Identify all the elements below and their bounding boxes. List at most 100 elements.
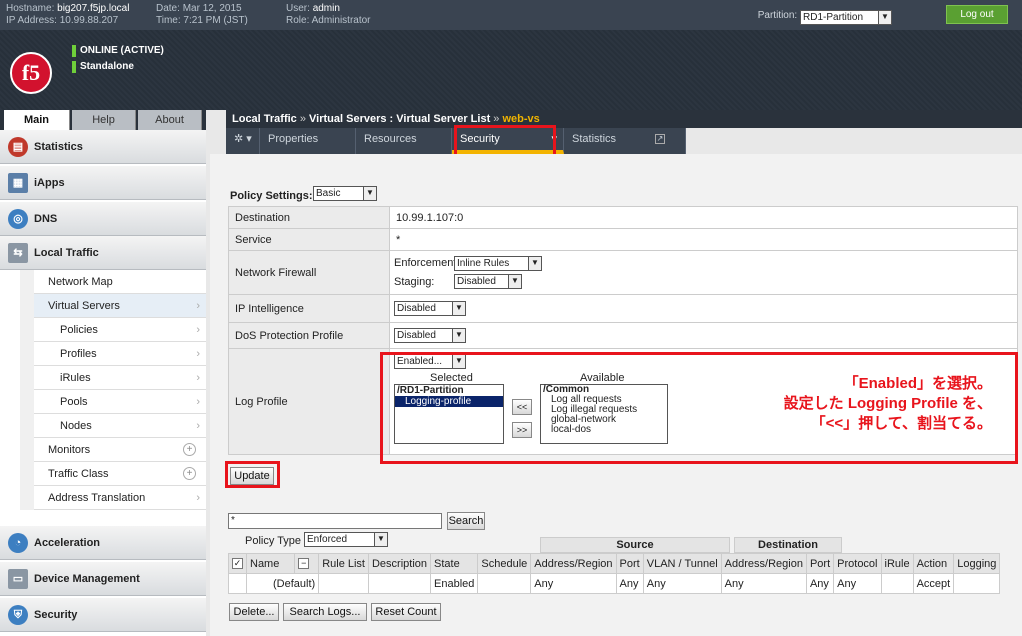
row-network-firewall: Network Firewall Enforcement: Inline Rul… — [228, 250, 1018, 295]
reset-count-button[interactable]: Reset Count — [371, 603, 441, 621]
tab-about[interactable]: About — [138, 110, 202, 130]
sidebar-item-policies[interactable]: Policies › — [34, 318, 206, 342]
checkbox-icon[interactable]: ✓ — [232, 558, 243, 570]
table-cell: Enabled — [430, 573, 479, 594]
sidebar-item-address-translation[interactable]: Address Translation › — [34, 486, 206, 510]
sidebar-item-profiles[interactable]: Profiles › — [34, 342, 206, 366]
breadcrumb-current: web-vs — [502, 113, 540, 125]
sidebar-item-label: Traffic Class — [48, 468, 109, 480]
partition-dropdown[interactable]: RD1-Partition ▼ — [800, 10, 892, 25]
annotation-line: 「<<」押して、割当てる。 — [810, 415, 992, 432]
column-action[interactable]: Action — [912, 553, 955, 574]
date-label: Date: — [156, 3, 180, 14]
sidebar-item-label: Security — [34, 609, 78, 621]
sidebar-item-local-traffic[interactable]: ⇆ Local Traffic — [0, 236, 206, 270]
sidebar-item-security[interactable]: ⛨ Security — [0, 598, 206, 632]
row-destination: Destination 10.99.1.107:0 — [228, 206, 1018, 229]
add-icon[interactable]: + — [183, 443, 196, 456]
group-header-source: Source — [540, 537, 730, 553]
sidebar-item-acceleration[interactable]: ◔ Acceleration — [0, 526, 206, 560]
destination-value: 10.99.1.107:0 — [389, 206, 1018, 229]
tab-statistics-label: Statistics — [572, 133, 617, 145]
column-protocol[interactable]: Protocol — [833, 553, 882, 574]
enforcement-select[interactable]: Inline Rules ▼ — [454, 256, 542, 271]
tab-help[interactable]: Help — [72, 110, 136, 130]
sidebar-item-label: Local Traffic — [34, 247, 99, 259]
table-cell — [880, 573, 914, 594]
sidebar-item-network-map[interactable]: Network Map — [34, 270, 206, 294]
sidebar-item-traffic-class[interactable]: Traffic Class + — [34, 462, 206, 486]
sidebar-item-label: Profiles — [60, 348, 97, 360]
staging-value: Disabled — [457, 276, 496, 287]
column-logging[interactable]: Logging — [953, 553, 1001, 574]
tab-properties[interactable]: Properties — [260, 128, 356, 154]
breadcrumb-virtual-server-list[interactable]: Virtual Servers : Virtual Server List — [309, 113, 490, 125]
column-irule[interactable]: iRule — [880, 553, 914, 574]
delete-button[interactable]: Delete... — [229, 603, 279, 621]
service-label: Service — [228, 228, 390, 251]
dos-protection-select[interactable]: Disabled ▼ — [394, 328, 466, 343]
tab-statistics[interactable]: Statistics ↗ — [564, 128, 686, 154]
f5-logo: f5 — [10, 52, 52, 94]
table-cell — [953, 573, 1001, 594]
sidebar-item-virtual-servers[interactable]: Virtual Servers › — [34, 294, 206, 318]
ip-intelligence-value: Disabled — [397, 303, 436, 314]
sidebar-item-label: Address Translation — [48, 492, 146, 504]
sidebar: ▤ Statistics ▦ iApps ◎ DNS ⇆ Local Traffic N… — [0, 130, 206, 636]
column-vlan-tunnel[interactable]: VLAN / Tunnel — [642, 553, 722, 574]
sidebar-item-pools[interactable]: Pools › — [34, 390, 206, 414]
staging-select[interactable]: Disabled ▼ — [454, 274, 522, 289]
table-row[interactable]: (Default) Enabled Any Any Any Any Any An… — [228, 573, 1001, 594]
tab-resources[interactable]: Resources — [356, 128, 452, 154]
policy-settings-value: Basic — [316, 188, 341, 199]
gear-menu[interactable]: ✲ ▾ — [226, 128, 260, 154]
hostname-label: Hostname: — [6, 3, 55, 14]
sidebar-item-irules[interactable]: iRules › — [34, 366, 206, 390]
enforcement-value: Inline Rules — [457, 258, 510, 269]
staging-label: Staging: — [394, 276, 435, 288]
dos-protection-label: DoS Protection Profile — [228, 322, 390, 349]
log-profile-label: Log Profile — [228, 348, 390, 455]
ip-intelligence-select[interactable]: Disabled ▼ — [394, 301, 466, 316]
chevron-down-icon: ▼ — [508, 275, 521, 288]
nav-tabs: Main Help About — [0, 110, 206, 130]
policy-settings-select[interactable]: Basic ▼ — [313, 186, 377, 201]
column-source-address[interactable]: Address/Region — [530, 553, 617, 574]
breadcrumb-local-traffic[interactable]: Local Traffic — [232, 113, 297, 125]
sidebar-item-device-management[interactable]: ▭ Device Management — [0, 562, 206, 596]
policy-type-select[interactable]: Enforced ▼ — [304, 532, 388, 547]
search-input[interactable]: * — [228, 513, 442, 529]
ip-label: IP Address: — [6, 15, 57, 26]
column-rule-list[interactable]: Rule List — [318, 553, 369, 574]
local-traffic-icon: ⇆ — [8, 243, 28, 263]
search-logs-button[interactable]: Search Logs... — [283, 603, 367, 621]
sidebar-item-statistics[interactable]: ▤ Statistics — [0, 130, 206, 164]
column-destination-address[interactable]: Address/Region — [720, 553, 807, 574]
sidebar-item-label: Network Map — [48, 276, 113, 288]
column-state[interactable]: State — [430, 553, 479, 574]
collapse-icon[interactable]: − — [298, 558, 310, 570]
column-destination-port[interactable]: Port — [805, 553, 835, 574]
select-all-cell[interactable]: ✓ — [228, 553, 247, 574]
brand-header: f5 ONLINE (ACTIVE) Standalone — [0, 30, 1022, 110]
column-description[interactable]: Description — [367, 553, 432, 574]
role-value: Administrator — [311, 15, 371, 26]
collapse-cell[interactable]: − — [294, 553, 320, 574]
tab-main[interactable]: Main — [4, 110, 70, 130]
policy-type-label: Policy Type — [245, 535, 302, 547]
column-source-port[interactable]: Port — [615, 553, 644, 574]
logout-button[interactable]: Log out — [946, 5, 1008, 24]
sidebar-item-dns[interactable]: ◎ DNS — [0, 202, 206, 236]
add-icon[interactable]: + — [183, 467, 196, 480]
hostname-block: Hostname: big207.f5jp.local IP Address: … — [6, 3, 129, 27]
column-name[interactable]: Name — [245, 553, 296, 574]
shield-icon: ⛨ — [8, 605, 28, 625]
sidebar-item-nodes[interactable]: Nodes › — [34, 414, 206, 438]
sidebar-item-iapps[interactable]: ▦ iApps — [0, 166, 206, 200]
standalone-status: Standalone — [72, 61, 134, 73]
search-button[interactable]: Search — [447, 512, 485, 530]
statistics-icon: ▤ — [8, 137, 28, 157]
column-schedule[interactable]: Schedule — [477, 553, 532, 574]
sidebar-item-monitors[interactable]: Monitors + — [34, 438, 206, 462]
table-cell — [228, 573, 247, 594]
